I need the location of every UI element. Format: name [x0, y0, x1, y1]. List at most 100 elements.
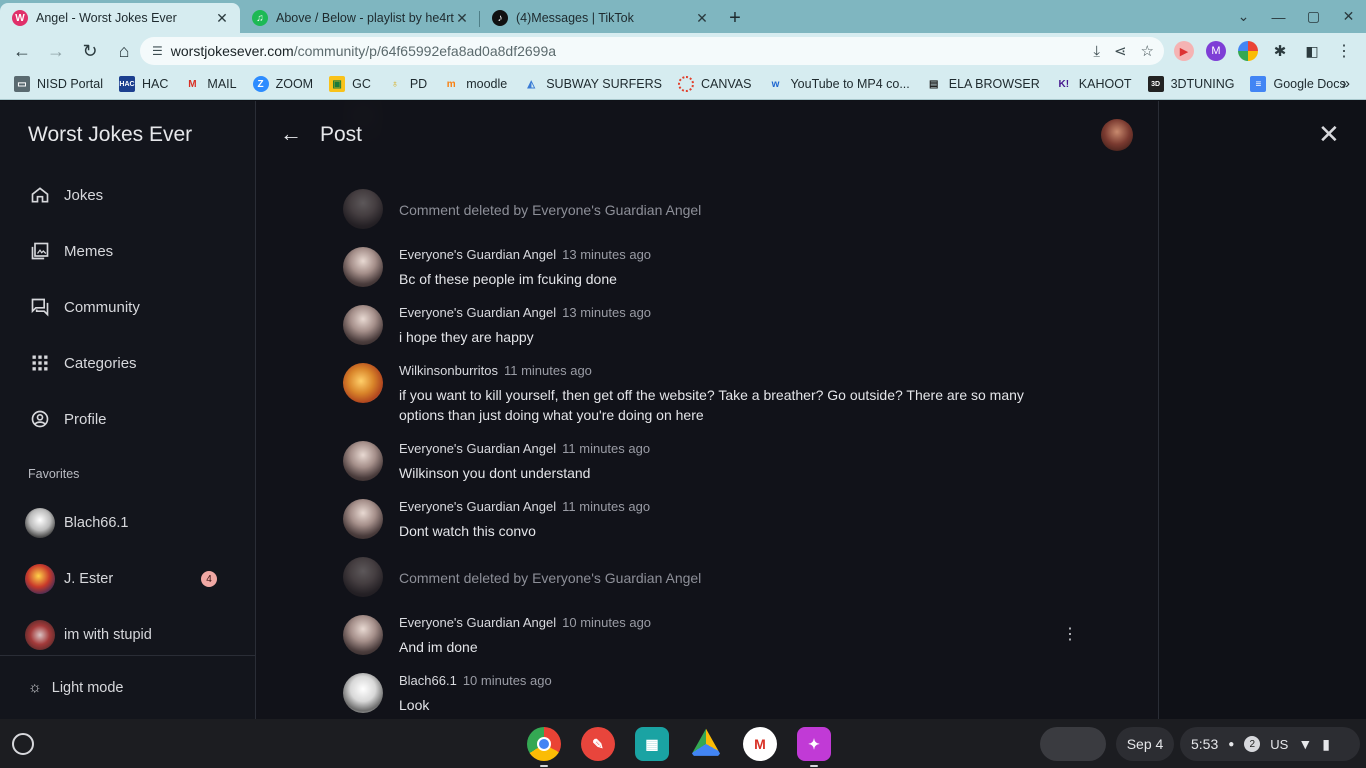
comment-time: 10 minutes ago [462, 673, 552, 688]
bookmark-pd[interactable]: ♁ PD [387, 76, 427, 92]
canvas-paint-icon[interactable]: ✎ [581, 727, 615, 761]
back-icon[interactable]: ← [6, 35, 38, 67]
new-tab-button[interactable]: + [720, 3, 750, 33]
tab-tiktok-messages[interactable]: ♪ (4)Messages | TikTok ✕ [480, 3, 720, 33]
favorite-im-with-stupid[interactable]: im with stupid [25, 620, 225, 650]
site-title[interactable]: Worst Jokes Ever [28, 123, 192, 147]
nav-item-jokes[interactable]: Jokes [28, 181, 103, 209]
avatar[interactable] [343, 615, 383, 655]
bookmark-mail[interactable]: M MAIL [184, 76, 236, 92]
canvas-app-icon[interactable]: ✦ [797, 727, 831, 767]
bookmark-moodle[interactable]: m moodle [443, 76, 507, 92]
forward-icon[interactable]: → [40, 35, 72, 67]
tab-search-icon[interactable]: ⌄ [1226, 8, 1261, 25]
menu-kebab-icon[interactable]: ⋮ [1334, 41, 1354, 61]
bookmark-zoom[interactable]: Z ZOOM [252, 76, 313, 92]
comment-text: if you want to kill yourself, then get o… [399, 387, 1024, 423]
reload-icon[interactable]: ↻ [74, 35, 106, 67]
tab-title: (4)Messages | TikTok [516, 11, 634, 25]
minimize-icon[interactable]: — [1261, 9, 1296, 25]
avatar[interactable] [343, 305, 383, 345]
comment-author[interactable]: Everyone's Guardian Angel [399, 305, 556, 320]
bookmark-kahoot[interactable]: K! KAHOOT [1056, 76, 1131, 92]
comment-author[interactable]: Everyone's Guardian Angel [399, 247, 556, 262]
notification-count: 2 [1244, 736, 1261, 752]
3dt-icon: 3D [1147, 76, 1164, 92]
favorite-j-ester[interactable]: J. Ester 4 [25, 564, 225, 594]
drive-icon[interactable] [690, 728, 722, 756]
chrome-icon[interactable] [527, 727, 561, 767]
light-mode-toggle[interactable]: ☼ Light mode [0, 655, 256, 719]
bookmark-gc[interactable]: ▣ GC [329, 76, 371, 92]
close-icon[interactable]: ✕ [1318, 119, 1340, 150]
site-info-icon[interactable]: ☰ [152, 44, 163, 58]
color-ext-icon[interactable] [1238, 41, 1258, 61]
avatar[interactable] [343, 673, 383, 713]
comment-author[interactable]: Everyone's Guardian Angel [399, 441, 556, 456]
m-ext-icon[interactable]: M [1206, 41, 1226, 61]
favorite-blach[interactable]: Blach66.1 [25, 508, 225, 538]
nav-item-profile[interactable]: Profile [28, 405, 107, 433]
window-controls: ⌄ — ▢ ✕ [1226, 0, 1366, 33]
comment-time: 11 minutes ago [562, 441, 651, 456]
comment-author[interactable]: Everyone's Guardian Angel [399, 615, 556, 630]
bookmark-ela-browser[interactable]: ▤ ELA BROWSER [926, 76, 1040, 92]
url-domain: worstjokesever.com [170, 43, 294, 59]
bookmark-3dtuning[interactable]: 3D 3DTUNING [1147, 76, 1234, 92]
address-bar[interactable]: ☰ worstjokesever.com/community/p/64f6599… [140, 37, 1164, 65]
avatar[interactable] [343, 441, 383, 481]
screen-capture-thumbnail[interactable] [1040, 727, 1106, 761]
back-arrow-icon[interactable]: ← [280, 121, 302, 147]
tab-close-icon[interactable]: ✕ [214, 10, 230, 27]
docs-icon: ≡ [1250, 76, 1267, 92]
comment-time: 13 minutes ago [562, 305, 652, 320]
bookmark-nisd-portal[interactable]: ▭ NISD Portal [14, 76, 103, 92]
bookmark-hac[interactable]: HAC HAC [119, 76, 168, 92]
bookmark-star-icon[interactable]: ☆ [1141, 42, 1154, 60]
tab-close-icon[interactable]: ✕ [454, 10, 470, 27]
maximize-icon[interactable]: ▢ [1296, 8, 1331, 25]
side-panel-icon[interactable]: ◧ [1302, 41, 1322, 61]
extensions-puzzle-icon[interactable]: ✱ [1270, 41, 1290, 61]
tab-title: Angel - Worst Jokes Ever [36, 11, 177, 25]
bookmark-youtube-mp4[interactable]: w YouTube to MP4 co... [767, 76, 910, 92]
bookmark-canvas[interactable]: CANVAS [677, 76, 751, 92]
deleted-comment-text: Comment deleted by Everyone's Guardian A… [399, 570, 702, 586]
comment-author[interactable]: Blach66.1 [399, 673, 457, 688]
tab-close-icon[interactable]: ✕ [694, 10, 710, 27]
avatar[interactable] [343, 247, 383, 287]
gmail-app-icon[interactable]: M [743, 727, 777, 761]
screencast-ext-icon[interactable]: ▶ [1174, 41, 1194, 61]
post-panel: Comment deleted by Everyone's Guardian A… [256, 101, 1159, 719]
bookmark-google-docs[interactable]: ≡ Google Docs [1250, 76, 1346, 92]
home-icon[interactable]: ⌂ [108, 35, 140, 67]
avatar [343, 557, 383, 597]
comment-author[interactable]: Everyone's Guardian Angel [399, 499, 556, 514]
nav-item-memes[interactable]: Memes [28, 237, 113, 265]
classroom-app-icon[interactable]: ▦ [635, 727, 669, 761]
comment-time: 11 minutes ago [562, 499, 651, 514]
more-bookmarks-icon[interactable]: » [1342, 75, 1350, 92]
status-tray[interactable]: 5:53 ● 2 US ▼ ▮ [1180, 727, 1360, 761]
avatar[interactable] [343, 499, 383, 539]
share-icon[interactable]: ⋖ [1114, 42, 1127, 60]
bookmarks-bar: ▭ NISD Portal HAC HAC M MAIL Z ZOOM ▣ GC ♁ PD … [0, 69, 1366, 100]
tab-worst-jokes[interactable]: W Angel - Worst Jokes Ever ✕ [0, 3, 240, 33]
comment-options-icon[interactable]: ⋮ [1062, 624, 1078, 644]
avatar[interactable] [343, 363, 383, 403]
bookmark-subway-surfers[interactable]: ◭ SUBWAY SURFERS [523, 76, 662, 92]
install-icon[interactable]: ⤓ [1093, 43, 1100, 60]
user-avatar[interactable] [1101, 119, 1133, 151]
date-display[interactable]: Sep 4 [1116, 727, 1174, 761]
close-window-icon[interactable]: ✕ [1331, 8, 1366, 25]
browser-tab-strip: W Angel - Worst Jokes Ever ✕ ♫ Above / B… [0, 0, 1366, 33]
comment-text: Dont watch this convo [399, 523, 536, 539]
browser-toolbar: ← → ↻ ⌂ ☰ worstjokesever.com/community/p… [0, 33, 1366, 69]
url-path: /community/p/64f65992efa8ad0a8df2699a [293, 43, 557, 59]
nav-item-community[interactable]: Community [28, 293, 140, 321]
comment-author[interactable]: Wilkinsonburritos [399, 363, 498, 378]
launcher-icon[interactable] [12, 733, 34, 755]
chat-icon [28, 295, 52, 319]
tab-spotify-playlist[interactable]: ♫ Above / Below - playlist by he4rt ✕ [240, 3, 480, 33]
nav-item-categories[interactable]: Categories [28, 349, 137, 377]
